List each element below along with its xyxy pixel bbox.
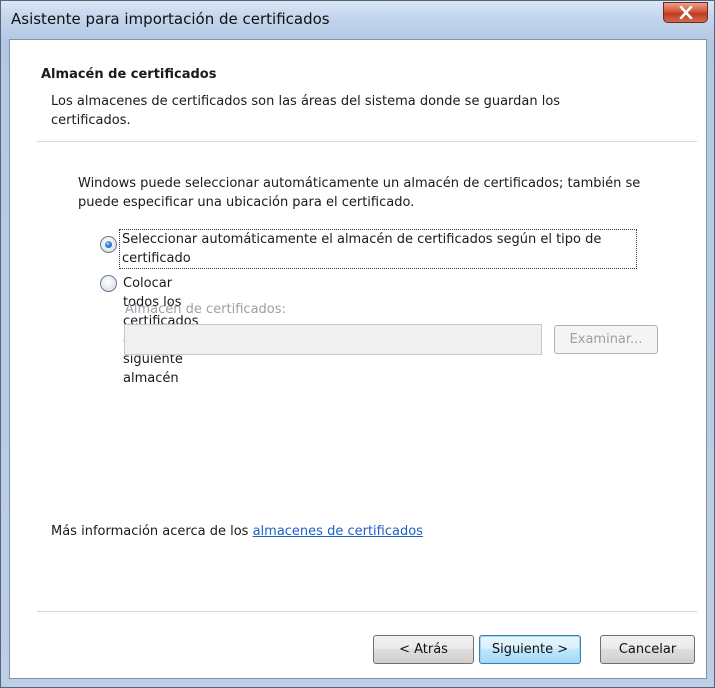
option-auto-store-label[interactable]: Seleccionar automáticamente el almacén d… (119, 229, 637, 269)
back-button[interactable]: < Atrás (373, 635, 474, 664)
window-title: Asistente para importación de certificad… (11, 10, 330, 28)
close-button[interactable] (663, 2, 708, 23)
more-info-link[interactable]: almacenes de certificados (253, 524, 423, 539)
radio-specific-store[interactable] (100, 275, 117, 292)
footer-divider (37, 611, 697, 612)
store-field (124, 324, 542, 355)
next-button[interactable]: Siguiente > (479, 635, 581, 664)
page-description: Los almacenes de certificados son las ár… (51, 94, 561, 128)
page-title: Almacén de certificados (41, 67, 217, 82)
radio-auto-store[interactable] (100, 236, 117, 253)
store-field-label: Almacén de certificados: (125, 302, 286, 317)
more-info-text: Más información acerca de los (51, 524, 253, 539)
examine-button: Examinar... (554, 325, 658, 354)
more-info: Más información acerca de los almacenes … (51, 524, 423, 539)
intro-text: Windows puede seleccionar automáticament… (78, 176, 641, 210)
wizard-page (9, 39, 707, 679)
cancel-button[interactable]: Cancelar (600, 635, 695, 664)
close-icon (679, 6, 693, 19)
header-divider (37, 141, 697, 142)
title-bar[interactable]: Asistente para importación de certificad… (1, 1, 714, 39)
